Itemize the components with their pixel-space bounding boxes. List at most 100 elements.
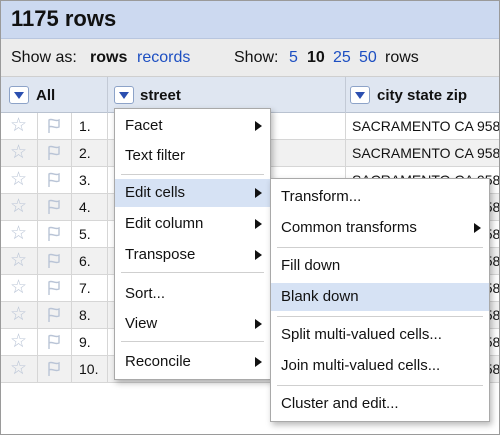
records-mode-link[interactable]: records (137, 49, 190, 67)
row-number: 3. (79, 172, 91, 188)
row-number: 8. (79, 307, 91, 323)
submenu-arrow-icon (255, 121, 262, 131)
menu-item-transpose-label: Transpose (125, 246, 196, 263)
menu-item-sort[interactable]: Sort... (115, 280, 270, 308)
star-icon[interactable]: ☆ (10, 277, 27, 299)
page-size-50-link[interactable]: 50 (359, 49, 377, 67)
cell-divider (71, 194, 72, 221)
menu-item-fill-down[interactable]: Fill down (271, 252, 489, 280)
star-icon[interactable]: ☆ (10, 223, 27, 245)
cell-divider (37, 356, 38, 383)
cell-divider (71, 329, 72, 356)
city-cell[interactable]: SACRAMENTO CA 958 (352, 118, 499, 134)
menu-item-edit-column[interactable]: Edit column (115, 210, 270, 238)
flag-icon[interactable] (47, 199, 61, 215)
edit-cells-submenu: Transform... Common transforms Fill down… (270, 178, 490, 422)
menu-item-view[interactable]: View (115, 310, 270, 338)
row-number: 7. (79, 280, 91, 296)
menu-item-fill-down-label: Fill down (281, 257, 341, 274)
star-icon[interactable]: ☆ (10, 169, 27, 191)
cell-divider (107, 356, 108, 383)
cell-divider (37, 194, 38, 221)
menu-item-join-multi[interactable]: Join multi-valued cells... (271, 352, 489, 380)
menu-item-blank-down[interactable]: Blank down (271, 283, 489, 311)
row-number: 1. (79, 118, 91, 134)
row-number: 9. (79, 334, 91, 350)
menu-item-edit-cells-label: Edit cells (125, 184, 186, 201)
menu-divider (277, 247, 483, 248)
cell-divider (107, 302, 108, 329)
menu-item-reconcile[interactable]: Reconcile (115, 348, 270, 376)
street-column-dropdown-icon[interactable] (114, 86, 134, 104)
cell-divider (37, 167, 38, 194)
star-icon[interactable]: ☆ (10, 358, 27, 380)
menu-item-join-multi-label: Join multi-valued cells... (281, 357, 441, 374)
cell-divider (37, 302, 38, 329)
row-number: 5. (79, 226, 91, 242)
all-column-label: All (36, 87, 56, 104)
menu-item-view-label: View (125, 315, 158, 332)
flag-icon[interactable] (47, 280, 61, 296)
page-size-5-link[interactable]: 5 (289, 49, 298, 67)
view-options-bar: Show as: rows records Show: 5 10 25 50 r… (1, 39, 499, 77)
flag-icon[interactable] (47, 307, 61, 323)
submenu-arrow-icon (255, 188, 262, 198)
row-count-header: 1175 rows (1, 1, 499, 39)
star-icon[interactable]: ☆ (10, 196, 27, 218)
city-column-dropdown-icon[interactable] (350, 86, 370, 104)
menu-item-common-transforms-label: Common transforms (281, 219, 417, 236)
page-size-10-option[interactable]: 10 (307, 49, 325, 67)
flag-icon[interactable] (47, 145, 61, 161)
rows-suffix-label: rows (385, 49, 419, 66)
menu-item-transform[interactable]: Transform... (271, 183, 489, 211)
menu-divider (121, 272, 264, 273)
all-column-dropdown-icon[interactable] (9, 86, 29, 104)
column-header-all: All (1, 77, 108, 113)
cell-divider (37, 113, 38, 140)
city-cell[interactable]: SACRAMENTO CA 958 (352, 145, 499, 161)
menu-item-edit-cells[interactable]: Edit cells (115, 179, 270, 207)
menu-item-cluster-edit[interactable]: Cluster and edit... (271, 390, 489, 418)
menu-item-transform-label: Transform... (281, 188, 362, 205)
data-table-panel: 1175 rows Show as: rows records Show: 5 … (0, 0, 500, 435)
menu-item-split-multi-label: Split multi-valued cells... (281, 326, 442, 343)
cell-divider (107, 140, 108, 167)
menu-item-facet[interactable]: Facet (115, 112, 270, 140)
cell-divider (107, 167, 108, 194)
cell-divider (345, 113, 346, 140)
cell-divider (107, 275, 108, 302)
menu-item-split-multi[interactable]: Split multi-valued cells... (271, 321, 489, 349)
menu-item-edit-column-label: Edit column (125, 215, 204, 232)
column-menu: Facet Text filter Edit cells Edit column… (114, 108, 271, 380)
menu-item-text-filter[interactable]: Text filter (115, 142, 270, 170)
page-size-25-link[interactable]: 25 (333, 49, 351, 67)
cell-divider (107, 194, 108, 221)
column-header-city: city state zip (346, 77, 499, 113)
flag-icon[interactable] (47, 253, 61, 269)
star-icon[interactable]: ☆ (10, 142, 27, 164)
cell-divider (107, 113, 108, 140)
cell-divider (71, 356, 72, 383)
menu-item-text-filter-label: Text filter (125, 147, 186, 164)
flag-icon[interactable] (47, 226, 61, 242)
star-icon[interactable]: ☆ (10, 115, 27, 137)
flag-icon[interactable] (47, 361, 61, 377)
star-icon[interactable]: ☆ (10, 250, 27, 272)
cell-divider (37, 248, 38, 275)
rows-mode-option[interactable]: rows (90, 49, 127, 67)
show-as-label: Show as: (11, 49, 77, 66)
street-column-label: street (140, 87, 181, 104)
flag-icon[interactable] (47, 334, 61, 350)
show-label: Show: (234, 49, 279, 66)
flag-icon[interactable] (47, 172, 61, 188)
city-column-label: city state zip (377, 87, 468, 104)
menu-item-reconcile-label: Reconcile (125, 353, 191, 370)
flag-icon[interactable] (47, 118, 61, 134)
star-icon[interactable]: ☆ (10, 304, 27, 326)
star-icon[interactable]: ☆ (10, 331, 27, 353)
menu-item-common-transforms[interactable]: Common transforms (271, 214, 489, 242)
cell-divider (71, 221, 72, 248)
menu-item-transpose[interactable]: Transpose (115, 241, 270, 269)
cell-divider (71, 167, 72, 194)
submenu-arrow-icon (255, 319, 262, 329)
